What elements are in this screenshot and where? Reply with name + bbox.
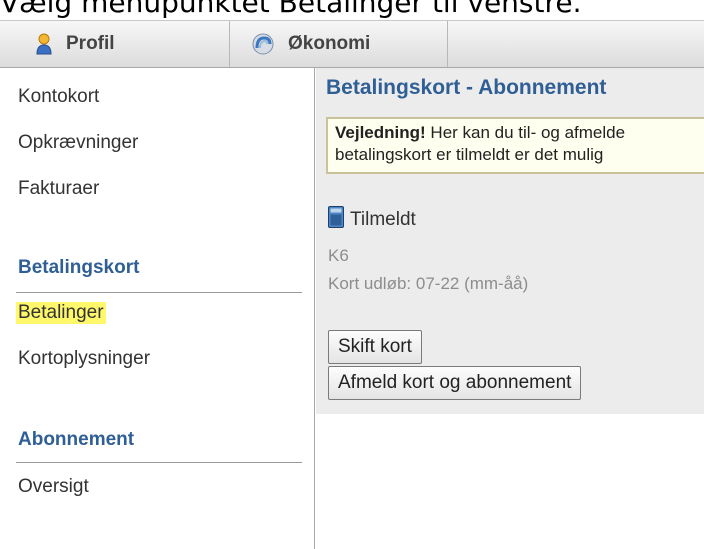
sidebar-item-opkraevninger[interactable]: Opkrævninger [18,132,138,154]
tab-label: Økonomi [288,33,371,54]
divider [16,292,302,293]
main-content: Betalingskort - Abonnement Vejledning! H… [316,68,704,414]
user-icon [36,33,52,55]
tab-okonomi[interactable]: Økonomi [230,21,448,67]
guide-bold: Vejledning! [335,123,426,142]
sidebar: Kontokort Opkrævninger Fakturaer Betalin… [0,68,315,549]
sidebar-item-betalinger[interactable]: Betalinger [16,302,106,324]
guide-text-line2: betalingskort er tilmeldt er det mulig [335,145,604,164]
sidebar-item-fakturaer[interactable]: Fakturaer [18,178,99,200]
unsubscribe-button[interactable]: Afmeld kort og abonnement [328,366,582,400]
tab-profil[interactable]: Profil [0,21,230,67]
sidebar-item-kortoplysninger[interactable]: Kortoplysninger [18,348,150,370]
instruction-caption: Vælg menupunktet Betalinger til venstre. [0,0,582,19]
card-expiry: Kort udløb: 07-22 (mm-åå) [328,274,529,293]
section-heading-betalingskort: Betalingskort [18,257,140,278]
top-tab-bar: Profil Økonomi [0,20,704,68]
change-card-button[interactable]: Skift kort [328,330,422,364]
card-status-label: Tilmeldt [350,208,416,230]
card-icon [328,206,344,233]
tab-label: Profil [66,33,115,54]
card-status: Tilmeldt [328,206,416,233]
sidebar-item-kontokort[interactable]: Kontokort [18,86,99,108]
section-heading-abonnement: Abonnement [18,429,135,450]
guide-box: Vejledning! Her kan du til- og afmelde b… [326,117,704,174]
divider [16,462,302,463]
guide-text-line1: Her kan du til- og afmelde [425,123,626,142]
page-title: Betalingskort - Abonnement [326,76,607,99]
sidebar-item-oversigt[interactable]: Oversigt [18,476,89,498]
card-name: K6 [328,246,349,265]
spiral-icon [252,33,274,55]
